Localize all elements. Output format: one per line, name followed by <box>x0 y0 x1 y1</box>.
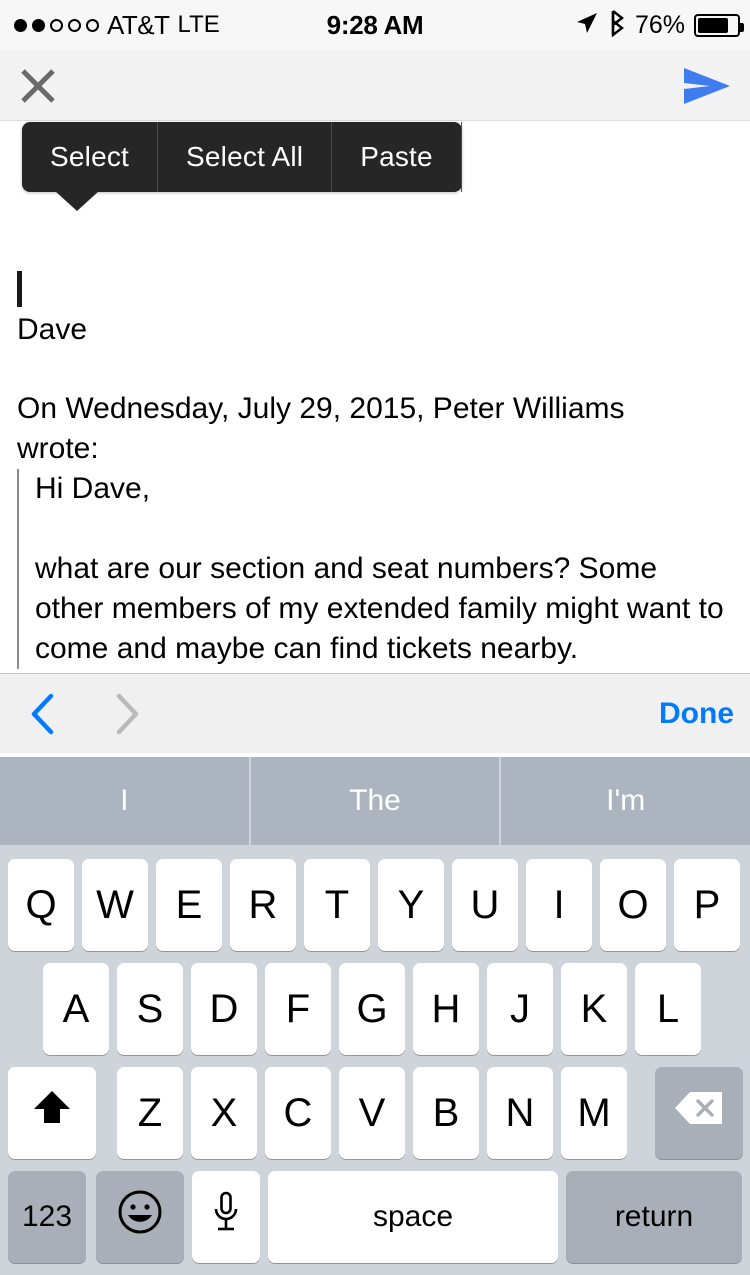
keyboard-row-3: Z X C V B N M <box>0 1067 750 1159</box>
message-body-area[interactable]: Dave On Wednesday, July 29, 2015, Peter … <box>0 121 750 673</box>
battery-icon <box>694 13 744 37</box>
location-arrow-icon <box>575 11 599 40</box>
key-x[interactable]: X <box>191 1067 257 1159</box>
key-m[interactable]: M <box>561 1067 627 1159</box>
key-w[interactable]: W <box>82 859 148 951</box>
key-t[interactable]: T <box>304 859 370 951</box>
status-bar-right: 76% <box>575 0 744 50</box>
key-n[interactable]: N <box>487 1067 553 1159</box>
send-arrow-icon[interactable] <box>678 62 736 110</box>
emoji-smiley-icon <box>117 1189 163 1245</box>
backspace-delete-icon <box>674 1090 724 1136</box>
bluetooth-icon <box>608 9 626 42</box>
close-icon[interactable] <box>12 60 64 112</box>
key-c[interactable]: C <box>265 1067 331 1159</box>
predictive-text-bar: I The I'm <box>0 757 750 845</box>
key-i[interactable]: I <box>526 859 592 951</box>
edit-menu-pointer <box>55 191 99 211</box>
clock-label: 9:28 AM <box>326 9 424 40</box>
key-h[interactable]: H <box>413 963 479 1055</box>
key-y[interactable]: Y <box>378 859 444 951</box>
key-g[interactable]: G <box>339 963 405 1055</box>
chevron-left-icon[interactable] <box>18 688 70 740</box>
key-d[interactable]: D <box>191 963 257 1055</box>
quote-paragraph: what are our section and seat numbers? S… <box>35 552 724 665</box>
key-z[interactable]: Z <box>117 1067 183 1159</box>
keyboard-row-1: Q W E R T Y U I O P <box>0 859 750 951</box>
shift-up-arrow-icon <box>32 1087 72 1139</box>
key-k[interactable]: K <box>561 963 627 1055</box>
key-l[interactable]: L <box>635 963 701 1055</box>
numbers-key[interactable]: 123 <box>8 1171 86 1263</box>
text-edit-menu: Select Select All Paste <box>22 122 462 211</box>
chevron-right-icon <box>100 688 152 740</box>
key-o[interactable]: O <box>600 859 666 951</box>
space-key[interactable]: space <box>268 1171 558 1263</box>
microphone-icon <box>211 1190 241 1244</box>
edit-menu-item-select-all[interactable]: Select All <box>158 122 333 192</box>
signature-text: Dave <box>17 313 88 346</box>
key-p[interactable]: P <box>674 859 740 951</box>
backspace-key[interactable] <box>655 1067 743 1159</box>
compose-toolbar <box>0 50 750 121</box>
on-screen-keyboard: Q W E R T Y U I O P A S D F G H J K L Z … <box>0 845 750 1275</box>
prediction-candidate[interactable]: I'm <box>501 757 750 845</box>
prediction-candidate[interactable]: I <box>0 757 251 845</box>
done-button[interactable]: Done <box>659 688 734 740</box>
iphone-screen: AT&T LTE 9:28 AM 76% Dave On Wednesday, … <box>0 0 750 1275</box>
key-r[interactable]: R <box>230 859 296 951</box>
key-f[interactable]: F <box>265 963 331 1055</box>
prediction-candidate[interactable]: The <box>250 757 502 845</box>
key-q[interactable]: Q <box>8 859 74 951</box>
key-u[interactable]: U <box>452 859 518 951</box>
battery-percent-label: 76% <box>634 10 685 39</box>
key-s[interactable]: S <box>117 963 183 1055</box>
key-b[interactable]: B <box>413 1067 479 1159</box>
emoji-key[interactable] <box>96 1171 184 1263</box>
status-bar: AT&T LTE 9:28 AM 76% <box>0 0 750 50</box>
quote-paragraph: Hi Dave, <box>35 472 151 505</box>
return-key[interactable]: return <box>566 1171 742 1263</box>
key-v[interactable]: V <box>339 1067 405 1159</box>
dictation-key[interactable] <box>192 1171 260 1263</box>
key-e[interactable]: E <box>156 859 222 951</box>
edit-menu-item-paste[interactable]: Paste <box>332 122 462 192</box>
quoted-message-block: Hi Dave, what are our section and seat n… <box>17 469 733 669</box>
quote-attribution-text: On Wednesday, July 29, 2015, Peter Willi… <box>17 392 625 465</box>
edit-menu-item-select[interactable]: Select <box>22 122 159 192</box>
shift-key[interactable] <box>8 1067 96 1159</box>
key-a[interactable]: A <box>43 963 109 1055</box>
keyboard-row-2: A S D F G H J K L <box>0 963 750 1055</box>
keyboard-accessory-bar: Done <box>0 673 750 753</box>
keyboard-row-4: 123 space return <box>0 1171 750 1263</box>
key-j[interactable]: J <box>487 963 553 1055</box>
text-caret <box>17 271 22 307</box>
